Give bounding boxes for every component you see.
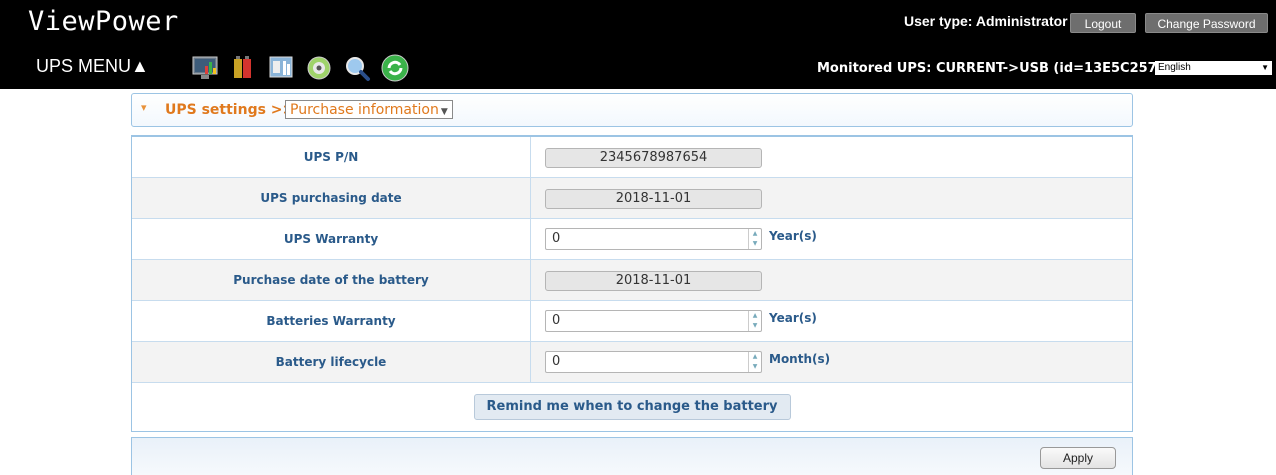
dropdown-arrow-icon: ▼ — [1261, 63, 1269, 72]
table-row: Batteries Warranty 0 ▲ ▼ Year(s) — [132, 301, 1132, 342]
ups-pn-field: 2345678987654 — [545, 148, 762, 168]
batteries-warranty-value: 0 — [552, 313, 561, 328]
ups-warranty-stepper[interactable]: 0 ▲ ▼ — [545, 228, 762, 250]
row-label: UPS Warranty — [132, 219, 531, 259]
section-select[interactable]: Purchase information ▼ — [285, 100, 453, 119]
language-select[interactable]: English ▼ — [1155, 61, 1272, 75]
table-row: Purchase date of the battery 2018-11-01 — [132, 260, 1132, 301]
batteries-warranty-stepper[interactable]: 0 ▲ ▼ — [545, 310, 762, 332]
change-password-button[interactable]: Change Password — [1145, 13, 1268, 33]
ups-purchasing-date-field[interactable]: 2018-11-01 — [545, 189, 762, 209]
settings-breadcrumb: UPS settings >> — [165, 102, 295, 118]
unit-label: Year(s) — [769, 311, 817, 325]
apply-button[interactable]: Apply — [1040, 447, 1116, 469]
section-select-value: Purchase information — [290, 102, 439, 118]
cd-icon[interactable] — [304, 53, 334, 83]
table-row: UPS purchasing date 2018-11-01 — [132, 178, 1132, 219]
monitor-icon[interactable] — [190, 53, 220, 83]
spinner-arrows-icon[interactable]: ▲ ▼ — [748, 229, 761, 249]
settings-section-header: ▾ UPS settings >> Purchase information ▼ — [131, 93, 1133, 127]
settings-table: UPS P/N 2345678987654 UPS purchasing dat… — [131, 135, 1133, 432]
ups-warranty-value: 0 — [552, 231, 561, 246]
table-row: Remind me when to change the battery — [132, 383, 1132, 431]
battery-purchase-date-field[interactable]: 2018-11-01 — [545, 271, 762, 291]
user-type-label: User type: Administrator — [904, 13, 1068, 29]
battery-icon[interactable] — [228, 53, 258, 83]
battery-lifecycle-value: 0 — [552, 354, 561, 369]
row-label: Purchase date of the battery — [132, 260, 531, 300]
table-row: Battery lifecycle 0 ▲ ▼ Month(s) — [132, 342, 1132, 383]
row-label: Batteries Warranty — [132, 301, 531, 341]
unit-label: Month(s) — [769, 352, 831, 366]
battery-lifecycle-stepper[interactable]: 0 ▲ ▼ — [545, 351, 762, 373]
table-row: UPS Warranty 0 ▲ ▼ Year(s) — [132, 219, 1132, 260]
chevron-down-icon: ▼ — [440, 107, 448, 117]
table-row: UPS P/N 2345678987654 — [132, 137, 1132, 178]
toolbar — [190, 51, 410, 85]
spinner-arrows-icon[interactable]: ▲ ▼ — [748, 311, 761, 331]
app-title: ViewPower — [28, 6, 179, 37]
monitored-ups-label: Monitored UPS: CURRENT->USB (id=13E5C257… — [817, 61, 1202, 76]
footer-bar: Apply — [131, 437, 1133, 475]
ups-menu-toggle[interactable]: UPS MENU▲ — [36, 56, 149, 77]
collapse-caret-icon[interactable]: ▾ — [141, 101, 147, 114]
language-value: English — [1158, 62, 1191, 73]
spinner-arrows-icon[interactable]: ▲ ▼ — [748, 352, 761, 372]
search-icon[interactable] — [342, 53, 372, 83]
unit-label: Year(s) — [769, 229, 817, 243]
refresh-icon[interactable] — [380, 53, 410, 83]
header-bar: ViewPower UPS MENU▲ User type: Administr… — [0, 0, 1276, 89]
configuration-icon[interactable] — [266, 53, 296, 83]
row-label: UPS P/N — [132, 137, 531, 177]
row-label: UPS purchasing date — [132, 178, 531, 218]
remind-battery-button[interactable]: Remind me when to change the battery — [473, 394, 791, 420]
row-label: Battery lifecycle — [132, 342, 531, 382]
logout-button[interactable]: Logout — [1070, 13, 1136, 33]
